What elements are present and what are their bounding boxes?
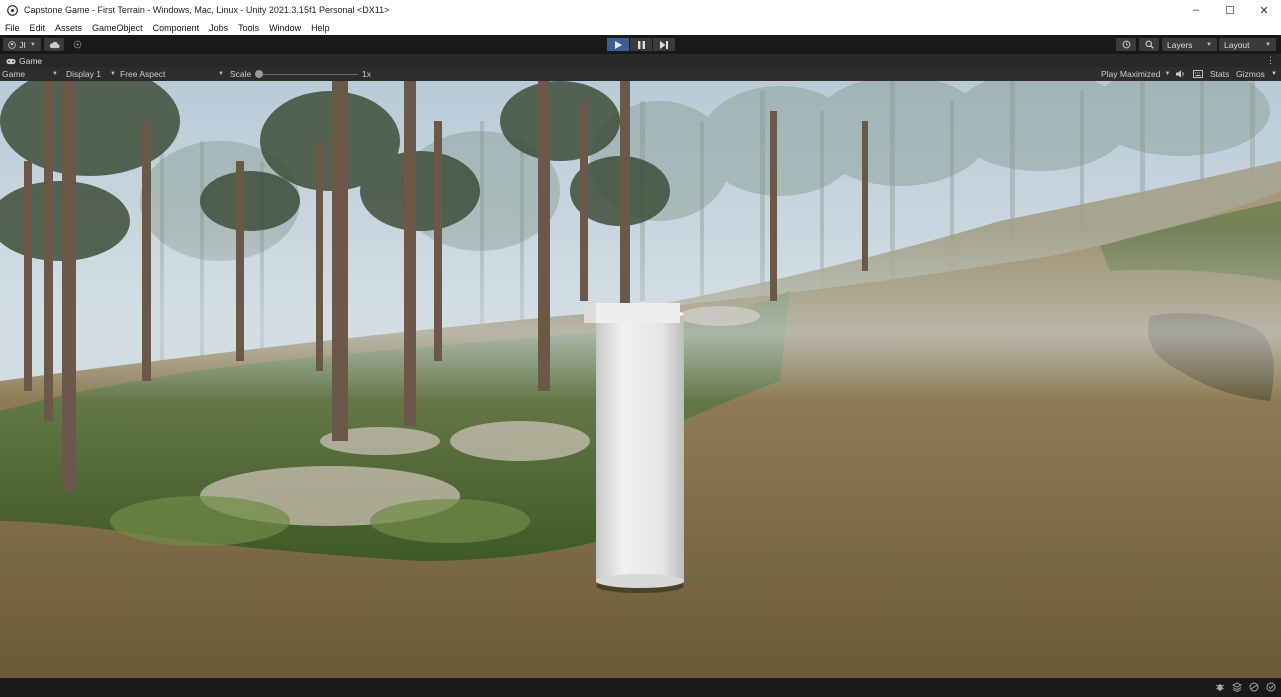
aspect-label: Free Aspect: [120, 69, 166, 79]
speaker-icon: [1176, 70, 1186, 78]
profiler-icon[interactable]: [1248, 681, 1260, 693]
game-view-render[interactable]: [0, 81, 1281, 678]
chevron-down-icon: ▼: [1164, 71, 1171, 77]
bug-icon[interactable]: [1214, 681, 1226, 693]
tab-strip: Game ⋮: [0, 54, 1281, 68]
search-button[interactable]: [1139, 38, 1159, 51]
menu-window[interactable]: Window: [264, 23, 306, 33]
chevron-down-icon[interactable]: ▼: [1271, 68, 1277, 80]
account-dropdown[interactable]: JI ▼: [3, 38, 41, 51]
scale-slider-track[interactable]: [259, 74, 358, 75]
chevron-down-icon: ▼: [52, 71, 58, 77]
play-mode-label: Play Maximized: [1101, 69, 1161, 79]
layout-label: Layout: [1224, 39, 1250, 50]
chevron-down-icon: ▼: [29, 41, 36, 48]
more-options-icon[interactable]: ⋮: [1266, 55, 1275, 66]
layers-dropdown[interactable]: Layers ▼: [1162, 38, 1217, 51]
progress-spinner-icon[interactable]: [1265, 681, 1277, 693]
play-controls: [607, 38, 676, 51]
step-icon: [660, 40, 668, 49]
layout-dropdown[interactable]: Layout ▼: [1219, 38, 1276, 51]
menu-edit[interactable]: Edit: [25, 23, 51, 33]
shortcuts-toggle[interactable]: [1193, 68, 1203, 80]
chevron-down-icon: ▼: [1206, 41, 1212, 48]
main-toolbar: JI ▼ Layers ▼ Layout ▼: [0, 35, 1281, 54]
menu-bar: File Edit Assets GameObject Component Jo…: [0, 20, 1281, 36]
stats-toggle[interactable]: Stats: [1210, 68, 1229, 80]
chevron-down-icon: ▼: [110, 71, 116, 77]
status-bar: [0, 678, 1281, 697]
display-dropdown[interactable]: Display 1 ▼: [66, 68, 116, 80]
close-button[interactable]: ✕: [1247, 0, 1281, 20]
cloud-button[interactable]: [44, 38, 64, 51]
layers-label: Layers: [1167, 39, 1193, 50]
pause-icon: [637, 40, 645, 49]
view-mode-label: Game: [2, 69, 26, 79]
menu-assets[interactable]: Assets: [50, 23, 87, 33]
forest-scene: [0, 81, 1281, 678]
chevron-down-icon: ▼: [218, 71, 224, 77]
window-title: Capstone Game - First Terrain - Windows,…: [24, 5, 390, 15]
tab-game-label: Game: [19, 56, 43, 66]
menu-gameobject[interactable]: GameObject: [87, 23, 148, 33]
scale-slider-handle[interactable]: [255, 70, 263, 78]
menu-component[interactable]: Component: [148, 23, 205, 33]
play-button[interactable]: [607, 38, 629, 51]
minimize-button[interactable]: –: [1179, 0, 1213, 20]
mute-audio-toggle[interactable]: [1176, 68, 1186, 80]
window-title-bar: Capstone Game - First Terrain - Windows,…: [0, 0, 1281, 20]
keyboard-icon: [1193, 70, 1203, 78]
chevron-down-icon: ▼: [1265, 41, 1271, 48]
view-mode-dropdown[interactable]: Game ▼: [2, 68, 58, 80]
history-icon: [1122, 40, 1131, 49]
menu-jobs[interactable]: Jobs: [204, 23, 233, 33]
unity-logo-icon: [6, 4, 18, 16]
scale-label: Scale: [230, 69, 252, 79]
undo-history-button[interactable]: [1116, 38, 1136, 51]
account-icon: [8, 40, 16, 49]
stack-icon[interactable]: [1231, 681, 1243, 693]
display-label: Display 1: [66, 69, 101, 79]
menu-tools[interactable]: Tools: [233, 23, 264, 33]
play-icon: [614, 40, 622, 49]
cloud-icon: [49, 41, 60, 49]
collab-icon: [73, 40, 82, 49]
menu-file[interactable]: File: [0, 23, 25, 33]
gizmos-toggle[interactable]: Gizmos: [1236, 68, 1265, 80]
aspect-dropdown[interactable]: Free Aspect ▼: [120, 68, 224, 80]
maximize-button[interactable]: ☐: [1213, 0, 1247, 20]
account-label: JI: [19, 39, 26, 50]
step-button[interactable]: [653, 38, 675, 51]
menu-help[interactable]: Help: [306, 23, 335, 33]
gamepad-icon: [6, 58, 16, 65]
scale-value: 1x: [362, 69, 371, 79]
collab-button[interactable]: [67, 38, 87, 51]
pause-button[interactable]: [630, 38, 652, 51]
game-view-toolbar: Game ▼ Display 1 ▼ Free Aspect ▼ Scale 1…: [0, 67, 1281, 82]
play-mode-dropdown[interactable]: Play Maximized ▼: [1101, 68, 1170, 80]
tab-game[interactable]: Game: [2, 55, 46, 67]
search-icon: [1145, 40, 1154, 49]
